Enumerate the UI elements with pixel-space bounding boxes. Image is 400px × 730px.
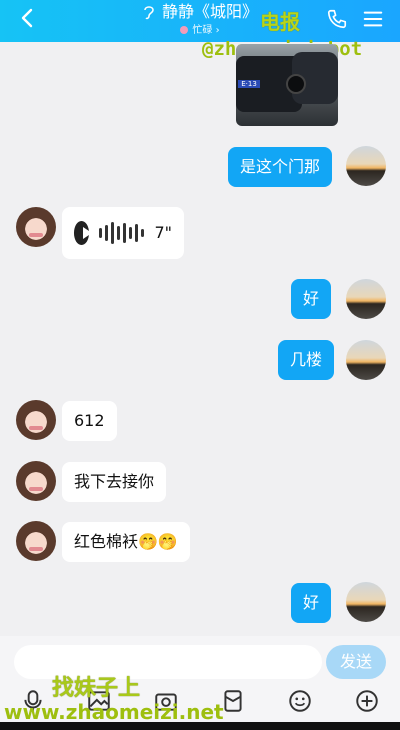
watermark-bottom-cn: 找妹子上 <box>52 676 141 701</box>
emoji-icon[interactable] <box>287 688 313 714</box>
plate-text: E·13 <box>238 80 260 88</box>
message-bubble-sent[interactable]: 好 <box>291 583 332 623</box>
menu-icon[interactable] <box>362 8 384 30</box>
send-button[interactable]: 发送 <box>326 645 386 679</box>
watermark-bottom-url: www.zhaomeizi.net <box>4 700 224 724</box>
avatar-contact[interactable] <box>16 461 56 501</box>
waveform-icon <box>99 222 145 244</box>
message-bubble-received[interactable]: 612 <box>62 401 117 441</box>
avatar-contact[interactable] <box>16 207 56 247</box>
message-bubble-sent[interactable]: 好 <box>291 279 332 319</box>
message-text: 好 <box>303 289 320 308</box>
status-dot-icon <box>180 26 189 34</box>
avatar-contact[interactable] <box>16 400 56 440</box>
avatar-self[interactable] <box>346 582 386 622</box>
chat-header: 静静《城阳》 忙碌 › <box>0 0 400 42</box>
nav-bar-strip <box>0 722 400 730</box>
avatar-self[interactable] <box>346 279 386 319</box>
message-text: 好 <box>303 593 320 612</box>
play-icon[interactable] <box>74 221 93 245</box>
voice-duration: 7" <box>154 223 172 242</box>
wheel-image-part <box>286 74 306 94</box>
message-text: 几楼 <box>290 350 323 369</box>
message-bubble-received[interactable]: 我下去接你 <box>62 462 167 502</box>
message-text: 是这个门那 <box>240 157 321 176</box>
message-bubble-received[interactable]: 红色棉袄🤭🤭 <box>62 522 190 562</box>
voice-message-bubble[interactable]: 7" <box>62 207 184 259</box>
phone-icon[interactable] <box>326 8 348 30</box>
status-text: 忙碌 <box>192 25 213 36</box>
watermark-top: 电报 <box>260 10 300 34</box>
plus-icon[interactable] <box>354 688 380 714</box>
message-bubble-sent[interactable]: 几楼 <box>278 340 335 380</box>
status-chevron-icon: › <box>215 25 220 36</box>
avatar-self[interactable] <box>346 146 386 186</box>
message-text: 我下去接你 <box>74 472 155 491</box>
message-bubble-sent[interactable]: 是这个门那 <box>228 147 333 187</box>
page-title: 静静《城阳》 <box>161 2 258 21</box>
message-text: 612 <box>74 411 105 430</box>
avatar-self[interactable] <box>346 340 386 380</box>
avatar-contact[interactable] <box>16 521 56 561</box>
image-message[interactable]: E·13 <box>236 44 338 126</box>
ear-icon <box>144 6 154 20</box>
message-text: 红色棉袄🤭🤭 <box>74 532 178 551</box>
